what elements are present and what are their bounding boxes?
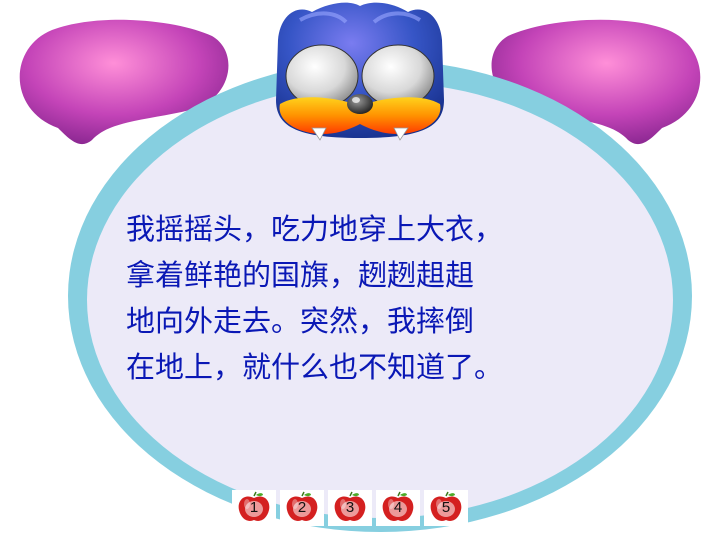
page-1-button[interactable]: 1 <box>232 490 276 526</box>
page-5-button[interactable]: 5 <box>424 490 468 526</box>
page-3-label: 3 <box>345 499 355 516</box>
page-5-label: 5 <box>441 499 451 516</box>
passage-line-4: 在地上，就什么也不知道了。 <box>126 350 504 384</box>
page-3-button[interactable]: 3 <box>328 490 372 526</box>
mascot-head <box>276 2 444 141</box>
page-4-label: 4 <box>393 499 403 516</box>
passage-line-2: 拿着鲜艳的国旗，趔趔趄趄 <box>126 258 475 292</box>
mascot-nose <box>347 94 373 114</box>
slide: 我摇摇头，吃力地穿上大衣， 拿着鲜艳的国旗，趔趔趄趄 地向外走去。突然，我摔倒 … <box>0 0 720 540</box>
page-1-label: 1 <box>249 499 259 516</box>
page-4-button[interactable]: 4 <box>376 490 420 526</box>
page-2-button[interactable]: 2 <box>280 490 324 526</box>
passage-line-3: 地向外走去。突然，我摔倒 <box>126 304 475 338</box>
page-2-label: 2 <box>297 499 307 516</box>
passage-line-1: 我摇摇头，吃力地穿上大衣， <box>126 212 504 246</box>
story-passage: 我摇摇头，吃力地穿上大衣， 拿着鲜艳的国旗，趔趔趄趄 地向外走去。突然，我摔倒 … <box>126 206 596 390</box>
page-navigation: 1 2 3 4 5 <box>232 490 468 526</box>
